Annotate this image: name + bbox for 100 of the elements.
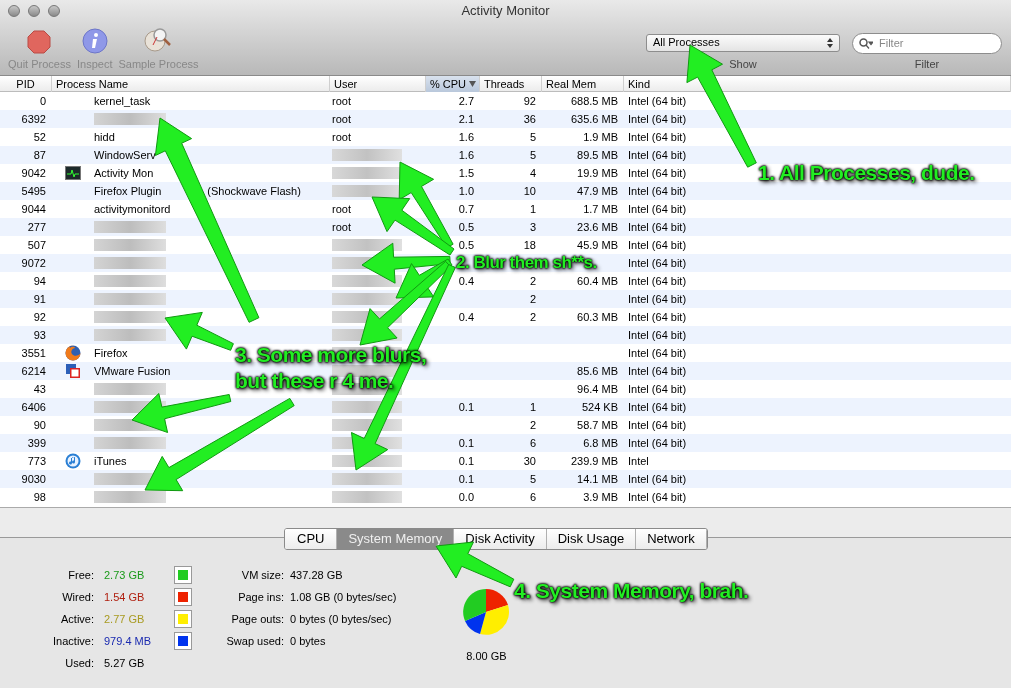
kind-cell-text: Intel (64 bit) [628, 435, 687, 451]
annotation-text: 2. Blur them sh**s. [456, 252, 597, 274]
user-cell-text: root [332, 93, 351, 109]
memory-cell-text: 1.9 MB [583, 129, 618, 145]
memory-cell-text: 19.9 MB [577, 165, 618, 181]
window-control-button[interactable] [48, 5, 60, 17]
tab[interactable]: CPU [285, 529, 338, 549]
cpu-cell-text: 2.7 [458, 93, 474, 109]
vm-value: 1.08 GB (0 bytes/sec) [290, 589, 397, 605]
threads-cell-text: 1 [529, 201, 536, 217]
cpu-cell-text: 0.1 [458, 471, 474, 487]
cpu-cell-text: 0.0 [458, 489, 474, 505]
pid-cell-text: 9072 [21, 255, 46, 271]
memory-cell-text: 524 KB [581, 399, 618, 415]
window-title: Activity Monitor [461, 2, 550, 21]
threads-cell-text: 10 [523, 183, 536, 199]
pid-cell-text: 399 [27, 435, 46, 451]
pid-cell-text: 91 [33, 291, 46, 307]
vm-value: 0 bytes (0 bytes/sec) [290, 611, 393, 627]
filter-search-field[interactable]: Filter [852, 32, 1002, 54]
memory-label: Active: [60, 611, 94, 627]
tab[interactable]: Disk Usage [546, 529, 637, 549]
memory-value: 5.27 GB [104, 655, 146, 671]
vm-label: VM size: [240, 567, 284, 583]
kind-cell-text: Intel (64 bit) [628, 237, 687, 253]
kind-cell-text: Intel (64 bit) [628, 417, 687, 433]
memory-value: 2.77 GB [104, 611, 146, 627]
pid-cell-text: 3551 [21, 345, 46, 361]
show-label: Show [729, 56, 757, 72]
cpu-cell-text: 0.1 [458, 399, 474, 415]
threads-cell-text: 2 [529, 273, 536, 289]
threads-cell-text: 5 [529, 147, 536, 163]
sort-descending-icon [469, 81, 477, 88]
threads-cell-text: 1 [529, 399, 536, 415]
kind-cell-text: Intel (64 bit) [628, 471, 687, 487]
vm-value: 0 bytes [290, 633, 327, 649]
memory-cell-text: 58.7 MB [577, 417, 618, 433]
memory-label: Inactive: [52, 633, 94, 649]
kind-cell-text: Intel [628, 453, 649, 469]
kind-cell-text: Intel (64 bit) [628, 345, 687, 361]
pid-cell-text: 5495 [21, 183, 46, 199]
pid-cell-text: 6392 [21, 111, 46, 127]
kind-cell-text: Intel (64 bit) [628, 93, 687, 109]
threads-cell-text: 5 [529, 129, 536, 145]
kind-cell-text: Intel (64 bit) [628, 165, 687, 181]
pid-cell-text: 52 [33, 129, 46, 145]
memory-label: Free: [67, 567, 94, 583]
cpu-cell-text: 0.5 [458, 219, 474, 235]
memory-cell-text: 89.5 MB [577, 147, 618, 163]
memory-label: Used: [64, 655, 94, 671]
cpu-cell-text: 0.4 [458, 273, 474, 289]
pid-cell-text: 9030 [21, 471, 46, 487]
memory-value: 979.4 MB [104, 633, 153, 649]
cpu-cell-text: 1.0 [458, 183, 474, 199]
kind-cell-text: Intel (64 bit) [628, 255, 687, 271]
window-control-button[interactable] [8, 5, 20, 17]
kind-cell-text: Intel (64 bit) [628, 291, 687, 307]
kind-cell-text: Intel (64 bit) [628, 219, 687, 235]
memory-cell-text: 47.9 MB [577, 183, 618, 199]
threads-cell-text: 2 [529, 309, 536, 325]
user-cell-text: root [332, 201, 351, 217]
threads-cell-text: 6 [529, 489, 536, 505]
memory-value: 2.73 GB [104, 567, 146, 583]
tab[interactable]: Network [636, 529, 707, 549]
window-control-button[interactable] [28, 5, 40, 17]
kind-cell-text: Intel (64 bit) [628, 381, 687, 397]
cpu-cell-text: 1.5 [458, 165, 474, 181]
pid-cell-text: 6406 [21, 399, 46, 415]
tab[interactable]: Disk Activity [454, 529, 547, 549]
column-header[interactable]: % CPU [426, 76, 480, 93]
process-name-cell-text: (Shockwave Flash) [207, 183, 301, 199]
process-name-cell-text: WindowServ [94, 147, 156, 163]
cpu-cell-text: 0.4 [458, 309, 474, 325]
kind-cell-text: Intel (64 bit) [628, 327, 687, 343]
search-icon [859, 37, 873, 49]
memory-cell-text: 6.8 MB [583, 435, 618, 451]
annotation-text: 4. System Memory, brah. [514, 578, 749, 604]
user-cell-text: root [332, 129, 351, 145]
process-filter-dropdown[interactable]: All Processes [646, 33, 840, 52]
threads-cell-text: 36 [523, 111, 536, 127]
threads-cell-text: 30 [523, 453, 536, 469]
kind-cell-text: Intel (64 bit) [628, 201, 687, 217]
threads-cell-text: 18 [523, 237, 536, 253]
memory-cell-text: 96.4 MB [577, 381, 618, 397]
kind-cell-text: Intel (64 bit) [628, 489, 687, 505]
pid-cell-text: 43 [33, 381, 46, 397]
total-memory: 8.00 GB [466, 649, 507, 664]
pid-cell-text: 773 [27, 453, 46, 469]
cpu-cell-text: 0.5 [458, 237, 474, 253]
pid-cell-text: 277 [27, 219, 46, 235]
pid-cell-text: 87 [33, 147, 46, 163]
cpu-cell-text: 1.6 [458, 147, 474, 163]
cpu-cell-text: 1.6 [458, 129, 474, 145]
kind-cell-text: Intel (64 bit) [628, 111, 687, 127]
pid-cell-text: 90 [33, 417, 46, 433]
process-name-cell-text: Firefox [94, 345, 128, 361]
memory-value: 1.54 GB [104, 589, 146, 605]
monitor-icon [65, 166, 81, 180]
threads-cell-text: 5 [529, 471, 536, 487]
kind-cell-text: Intel (64 bit) [628, 363, 687, 379]
